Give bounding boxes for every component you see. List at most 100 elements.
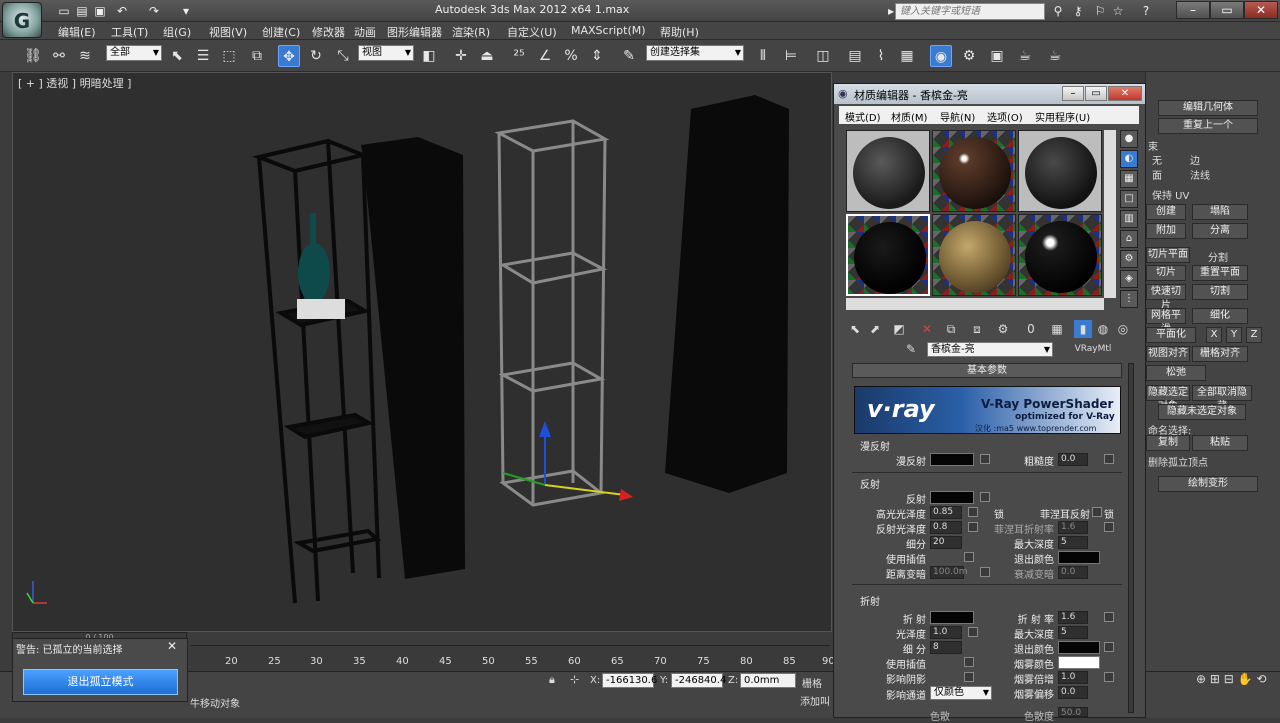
close-icon[interactable]: ✕ [163, 640, 181, 652]
make-copy-icon[interactable]: ⧉ [942, 320, 960, 338]
get-material-icon[interactable]: ⬉ [846, 320, 864, 338]
pivot-center-icon[interactable]: ◧ [418, 45, 440, 67]
mirror-icon[interactable]: ⫴ [752, 45, 774, 67]
reflect-map-button[interactable] [980, 492, 990, 502]
teapot-render-icon[interactable]: ☕ [1044, 45, 1066, 67]
scale-icon[interactable]: ⤡ [332, 45, 354, 67]
attach-button[interactable]: 附加 [1146, 223, 1186, 239]
project-folder-icon[interactable]: ▾ [178, 3, 194, 19]
close-button[interactable]: ✕ [1244, 1, 1278, 19]
me-menu-utilities[interactable]: 实用程序(U) [1035, 109, 1090, 124]
select-object-icon[interactable]: ⬉ [166, 45, 188, 67]
app-logo[interactable]: G [2, 2, 42, 38]
basic-parameters-rollout[interactable]: 基本参数 [852, 363, 1122, 378]
dim-distance-spinner[interactable]: 100.0m [930, 566, 968, 579]
refr-exit-checkbox[interactable] [1104, 642, 1114, 652]
link-icon[interactable]: ⛓ [22, 45, 44, 67]
edit-named-sel-icon[interactable]: ✎ [618, 45, 640, 67]
material-slot[interactable] [932, 130, 1016, 212]
backlight-icon[interactable]: ◐ [1120, 150, 1138, 168]
me-maximize-button[interactable]: ▭ [1085, 86, 1107, 101]
minimize-button[interactable]: – [1176, 1, 1210, 19]
material-id-channel-icon[interactable]: 0 [1022, 320, 1040, 338]
selection-filter-dropdown[interactable]: 全部 ▼ [106, 45, 162, 61]
relax-button[interactable]: 松弛 [1146, 365, 1206, 381]
material-slot[interactable] [1018, 130, 1102, 212]
reset-plane-button[interactable]: 重置平面 [1192, 265, 1248, 281]
abbe-spinner[interactable]: 50.0 [1058, 707, 1088, 718]
hide-unselected-button[interactable]: 隐藏未选定对象 [1158, 404, 1246, 420]
schematic-view-icon[interactable]: ▦ [896, 45, 918, 67]
me-menu-navigation[interactable]: 导航(N) [940, 109, 975, 124]
detach-button[interactable]: 分离 [1192, 223, 1248, 239]
menu-edit[interactable]: 编辑(E) [58, 24, 96, 40]
refr-exit-color-swatch[interactable] [1058, 641, 1100, 654]
sample-type-icon[interactable]: ● [1120, 130, 1138, 148]
unlink-icon[interactable]: ⚯ [48, 45, 70, 67]
menu-graph-editors[interactable]: 图形编辑器 [387, 24, 442, 40]
grid-align-button[interactable]: 栅格对齐 [1192, 346, 1248, 362]
split-checkbox[interactable]: 分割 [1208, 249, 1228, 264]
paint-deform-rollout[interactable]: 绘制变形 [1158, 476, 1258, 492]
menu-tools[interactable]: 工具(T) [111, 24, 148, 40]
menu-maxscript[interactable]: MAXScript(M) [571, 24, 646, 37]
radio-face[interactable]: 面 [1152, 167, 1162, 182]
hilight-glossiness-spinner[interactable]: 0.85 [930, 506, 962, 519]
material-slot[interactable] [932, 214, 1016, 296]
material-editor-titlebar[interactable]: ◉ 材质编辑器 - 香槟金-亮 – ▭ ✕ [834, 84, 1145, 104]
named-selection-dropdown[interactable]: 创建选择集 ▼ [646, 45, 744, 61]
refract-color-swatch[interactable] [930, 611, 974, 624]
sample-uv-tiling-icon[interactable]: □ [1120, 190, 1138, 208]
search-input[interactable]: 键入关键字或短语 [895, 3, 1045, 20]
move-icon[interactable]: ✥ [278, 45, 300, 67]
menu-views[interactable]: 视图(V) [209, 24, 247, 40]
radio-normal[interactable]: 法线 [1190, 167, 1210, 182]
me-minimize-button[interactable]: – [1062, 86, 1084, 101]
radio-edge[interactable]: 边 [1190, 152, 1200, 167]
ior-spinner[interactable]: 1.6 [1058, 611, 1088, 624]
collapse-button[interactable]: 塌陷 [1192, 204, 1248, 220]
graphite-tools-icon[interactable]: ▤ [844, 45, 866, 67]
me-menu-modes[interactable]: 模式(D) [845, 109, 881, 124]
render-production-icon[interactable]: ☕ [1014, 45, 1036, 67]
go-forward-sibling-icon[interactable]: ◎ [1114, 320, 1132, 338]
rect-region-icon[interactable]: ⬚ [218, 45, 240, 67]
video-color-check-icon[interactable]: ▥ [1120, 210, 1138, 228]
keyboard-shortcut-icon[interactable]: ⏏ [476, 45, 498, 67]
fresnel-ior-map-button[interactable] [1104, 522, 1114, 532]
use-interpolation-checkbox[interactable] [964, 552, 974, 562]
fresnel-checkbox[interactable] [1092, 507, 1102, 517]
select-manipulate-icon[interactable]: ✛ [450, 45, 472, 67]
viewport-nav-controls[interactable]: ⊕ ⊞ ⊟ ✋ ⟲ [1196, 672, 1276, 712]
fresnel-ior-spinner[interactable]: 1.6 [1058, 521, 1088, 534]
material-slot[interactable] [846, 130, 930, 212]
menu-rendering[interactable]: 渲染(R) [452, 24, 490, 40]
show-shaded-map-icon[interactable]: ▦ [1048, 320, 1066, 338]
binoculars-icon[interactable]: ⚲ [1050, 3, 1066, 19]
rendered-frame-icon[interactable]: ▣ [986, 45, 1008, 67]
material-slot-active[interactable] [846, 214, 930, 296]
affect-channels-dropdown[interactable]: 仅颜色 ▼ [930, 686, 992, 700]
refr-use-interpolation-checkbox[interactable] [964, 657, 974, 667]
reference-coord-dropdown[interactable]: 视图 ▼ [358, 45, 414, 61]
move-gizmo[interactable] [502, 421, 633, 501]
refr-subdivs-spinner[interactable]: 8 [930, 641, 962, 654]
maximize-button[interactable]: ▭ [1210, 1, 1244, 19]
put-to-library-icon[interactable]: ⚙ [994, 320, 1012, 338]
angle-snap-icon[interactable]: ∠ [534, 45, 556, 67]
me-menu-material[interactable]: 材质(M) [891, 109, 927, 124]
percent-snap-icon[interactable]: % [560, 45, 582, 67]
affect-shadows-checkbox[interactable] [964, 672, 974, 682]
create-button[interactable]: 创建 [1146, 204, 1186, 220]
reset-map-icon[interactable]: ✕ [918, 320, 936, 338]
me-close-button[interactable]: ✕ [1108, 86, 1142, 101]
diffuse-color-swatch[interactable] [930, 453, 974, 466]
material-slot[interactable] [1018, 214, 1102, 296]
menu-create[interactable]: 创建(C) [262, 24, 300, 40]
align-icon[interactable]: ⊨ [780, 45, 802, 67]
curve-editor-icon[interactable]: ⌇ [870, 45, 892, 67]
communication-icon[interactable]: ⚐ [1092, 3, 1108, 19]
fog-color-swatch[interactable] [1058, 656, 1100, 669]
refl-glossiness-spinner[interactable]: 0.8 [930, 521, 962, 534]
refr-glossiness-spinner[interactable]: 1.0 [930, 626, 962, 639]
